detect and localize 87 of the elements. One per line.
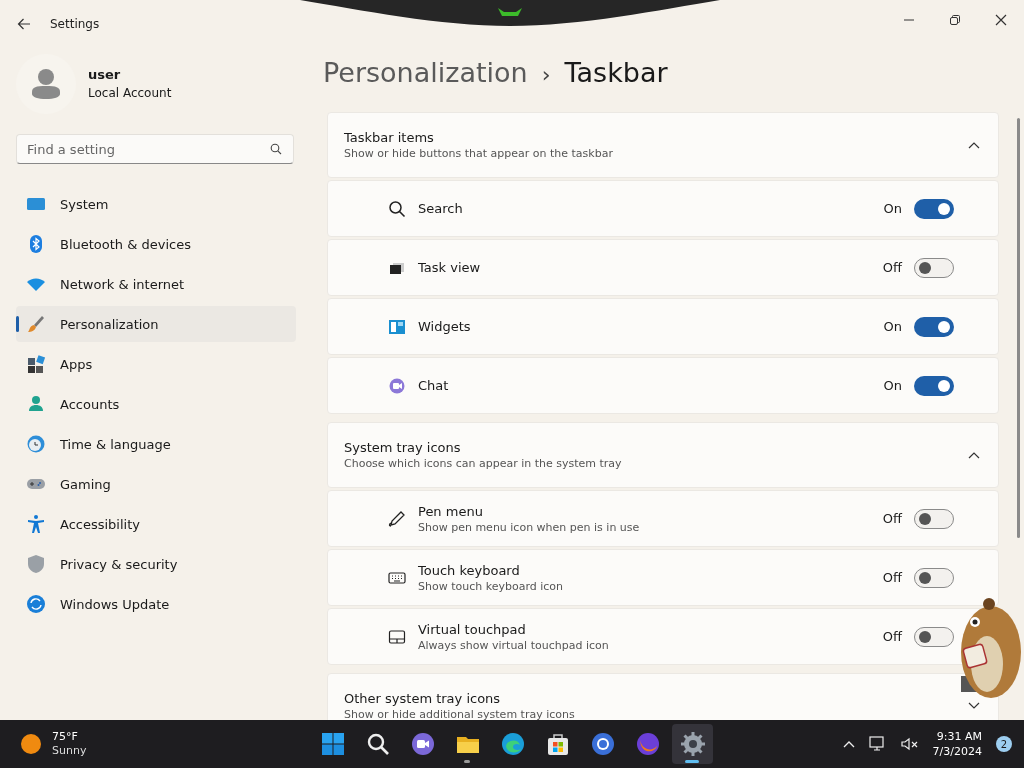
toggle-switch[interactable]	[914, 316, 954, 337]
toggle-state-text: On	[883, 201, 902, 216]
toggle-switch[interactable]	[914, 626, 954, 647]
app-icon	[634, 731, 661, 757]
setting-description: Show pen menu icon when pen is in use	[418, 520, 641, 534]
sidebar-item[interactable]: Accessibility	[16, 506, 296, 542]
sidebar-item[interactable]: Personalization	[16, 306, 296, 342]
app-icon	[679, 731, 706, 757]
toggle-switch[interactable]	[914, 198, 954, 219]
breadcrumb-parent[interactable]: Personalization	[323, 57, 528, 88]
sidebar-item[interactable]: Windows Update	[16, 586, 296, 622]
page-title: Taskbar	[564, 57, 668, 88]
window-title: Settings	[50, 17, 100, 31]
section-title: System tray icons	[344, 440, 462, 455]
setting-label: Pen menu	[418, 503, 484, 519]
setting-icon	[388, 627, 406, 646]
sidebar-item[interactable]: Accounts	[16, 386, 296, 422]
scrollbar[interactable]	[1017, 118, 1020, 538]
section-header[interactable]: Taskbar items Show or hide buttons that appear on the taskbar	[327, 112, 999, 178]
taskbar-app[interactable]	[672, 724, 713, 764]
sidebar-item[interactable]: Privacy & security	[16, 546, 296, 582]
back-icon[interactable]	[17, 18, 31, 30]
sidebar-item[interactable]: Gaming	[16, 466, 296, 502]
app-icon	[499, 731, 526, 757]
chevron-icon	[968, 451, 980, 459]
toggle-switch[interactable]	[914, 567, 954, 588]
sidebar-item[interactable]: Bluetooth & devices	[16, 226, 296, 262]
category-icon	[26, 354, 46, 374]
breadcrumb-separator: ›	[541, 62, 551, 87]
sun-icon	[20, 733, 42, 755]
section-header[interactable]: System tray icons Choose which icons can appear in the system tray	[327, 422, 999, 488]
setting-label: Touch keyboard	[418, 562, 521, 578]
chevron-icon	[968, 702, 980, 710]
sidebar-item[interactable]: Time & language	[16, 426, 296, 462]
toggle-state-text: On	[883, 378, 902, 393]
category-icon	[26, 434, 46, 454]
toggle-switch[interactable]	[914, 375, 954, 396]
user-name: user	[88, 67, 122, 83]
section-title: Taskbar items	[344, 130, 435, 145]
toggle-state-text: Off	[882, 570, 902, 585]
setting-description: Always show virtual touchpad icon	[418, 638, 610, 652]
toggle-switch[interactable]	[914, 508, 954, 529]
close-icon[interactable]	[995, 14, 1007, 26]
setting-description: Show touch keyboard icon	[418, 579, 565, 593]
setting-icon	[388, 376, 406, 395]
setting-label: Search	[418, 201, 464, 216]
setting-label: Task view	[418, 260, 482, 275]
category-icon	[26, 394, 46, 414]
clock-time[interactable]: 9:31 AM	[936, 729, 982, 744]
app-icon	[409, 731, 436, 757]
section-subtitle: Choose which icons can appear in the system tray	[344, 457, 623, 470]
toggle-state-text: On	[883, 319, 902, 334]
setting-icon	[388, 199, 406, 218]
sidebar-item[interactable]: Apps	[16, 346, 296, 382]
chevron-up-icon[interactable]	[842, 740, 855, 748]
section-header[interactable]: Other system tray icons Show or hide additional system tray icons	[327, 673, 999, 720]
search-field[interactable]: Find a setting	[16, 134, 294, 164]
setting-label: Virtual touchpad	[418, 621, 527, 637]
chevron-icon	[968, 141, 980, 149]
setting-icon	[388, 509, 406, 528]
section-title: Other system tray icons	[344, 691, 502, 706]
notification-badge[interactable]: 2	[996, 736, 1012, 752]
category-icon	[26, 594, 46, 614]
toggle-state-text: Off	[882, 511, 902, 526]
category-icon	[26, 554, 46, 574]
app-icon	[319, 731, 346, 757]
network-icon[interactable]	[868, 736, 887, 752]
clock-date[interactable]: 7/3/2024	[932, 744, 982, 759]
section-subtitle: Show or hide buttons that appear on the taskbar	[344, 147, 614, 160]
setting-icon	[388, 317, 406, 336]
toggle-state-text: Off	[882, 629, 902, 644]
restore-icon[interactable]	[949, 14, 961, 26]
toggle-state-text: Off	[882, 260, 902, 275]
account-type: Local Account	[88, 85, 172, 101]
toggle-switch[interactable]	[914, 257, 954, 278]
category-icon	[26, 514, 46, 534]
setting-label: Widgets	[418, 319, 472, 334]
volume-muted-icon[interactable]	[900, 736, 919, 752]
setting-label: Chat	[418, 378, 450, 393]
category-icon	[26, 314, 46, 334]
sidebar-item[interactable]: System	[16, 186, 296, 222]
section-subtitle: Show or hide additional system tray icons	[344, 708, 576, 720]
weather-temperature: 75°F	[52, 730, 79, 744]
search-icon	[270, 143, 282, 155]
weather-condition: Sunny	[52, 744, 87, 758]
sidebar-item[interactable]: Network & internet	[16, 266, 296, 302]
app-icon	[589, 731, 616, 757]
